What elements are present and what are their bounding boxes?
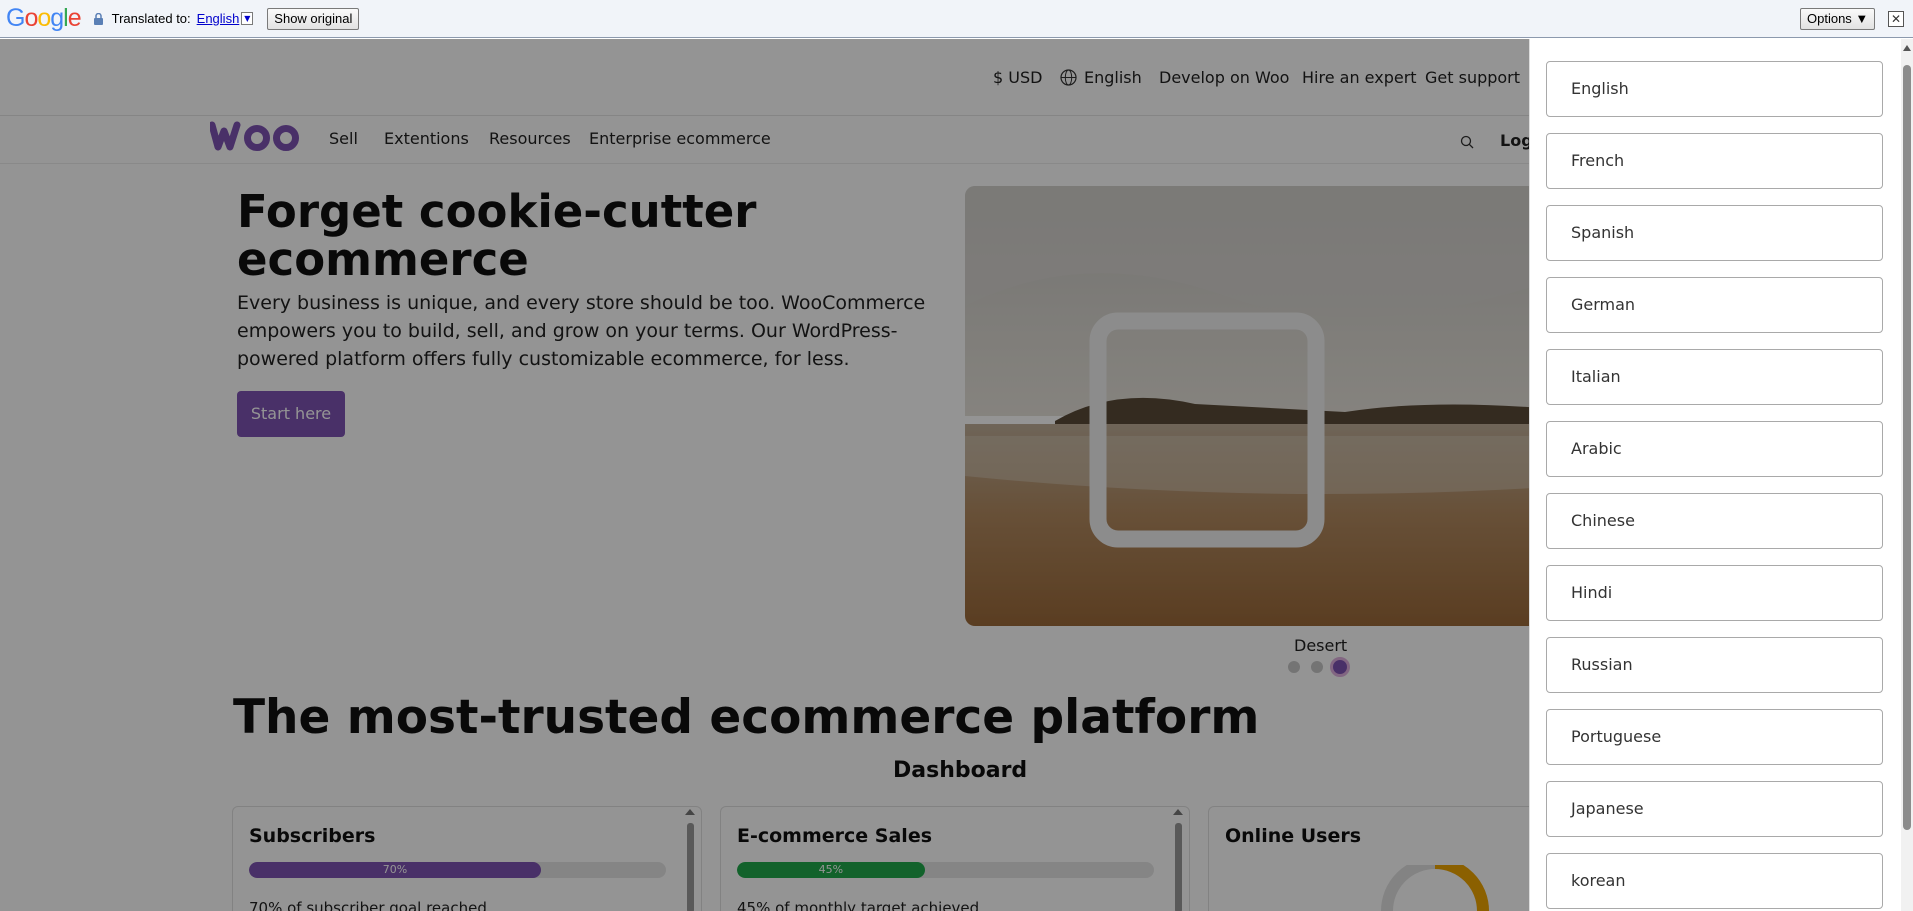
language-option-russian[interactable]: Russian: [1546, 637, 1883, 693]
language-option-english[interactable]: English: [1546, 61, 1883, 117]
language-option-spanish[interactable]: Spanish: [1546, 205, 1883, 261]
language-selector-panel: English French Spanish German Italian Arabic C…: [1529, 39, 1913, 911]
translate-language-dropdown[interactable]: ▼: [241, 12, 254, 25]
language-option-italian[interactable]: Italian: [1546, 349, 1883, 405]
language-option-german[interactable]: German: [1546, 277, 1883, 333]
language-option-korean[interactable]: korean: [1546, 853, 1883, 909]
options-button[interactable]: Options ▼: [1800, 8, 1876, 30]
language-option-arabic[interactable]: Arabic: [1546, 421, 1883, 477]
language-option-portuguese[interactable]: Portuguese: [1546, 709, 1883, 765]
google-logo: Google: [6, 4, 82, 32]
language-panel-scrollbar[interactable]: [1901, 39, 1913, 911]
translate-language-link[interactable]: English: [197, 11, 240, 26]
language-option-chinese[interactable]: Chinese: [1546, 493, 1883, 549]
translated-to-label: Translated to:: [111, 11, 191, 26]
show-original-button[interactable]: Show original: [267, 7, 360, 30]
language-option-hindi[interactable]: Hindi: [1546, 565, 1883, 621]
google-translate-bar: Google Translated to: English ▼ Show ori…: [0, 0, 1913, 38]
language-option-japanese[interactable]: Japanese: [1546, 781, 1883, 837]
language-option-french[interactable]: French: [1546, 133, 1883, 189]
modal-overlay[interactable]: [0, 39, 1529, 911]
close-translate-bar-button[interactable]: ✕: [1888, 11, 1904, 27]
lock-icon: [93, 12, 103, 25]
